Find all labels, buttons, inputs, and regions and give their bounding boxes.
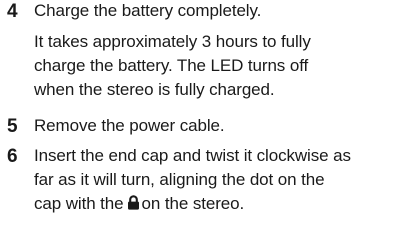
step-line: Charge the battery completely. [34,1,262,20]
step-line-end: on the stereo. [141,194,245,213]
step-line: Insert the end cap and twist it clockwis… [34,146,351,165]
step-text: Insert the end cap and twist it clockwis… [34,144,409,216]
note-line: when the stereo is fully charged. [34,80,275,99]
note-text: It takes approximately 3 hours to fully … [34,30,409,102]
step-text: Remove the power cable. [34,114,409,138]
step-line-start: cap with the [34,194,124,213]
step-line: far as it will turn, aligning the dot on… [34,170,325,189]
step-line-with-icon: cap with the on the stereo. [34,192,409,216]
step-number: 6 [7,146,18,167]
step-text: Charge the battery completely. [34,0,409,23]
step-number: 5 [7,116,18,137]
note-line: charge the battery. The LED turns off [34,56,309,75]
step-number: 4 [7,1,18,22]
lock-icon [127,195,140,210]
step-line: Remove the power cable. [34,116,225,135]
note-line: It takes approximately 3 hours to fully [34,32,311,51]
instruction-page: 4 Charge the battery completely. It take… [0,0,415,240]
